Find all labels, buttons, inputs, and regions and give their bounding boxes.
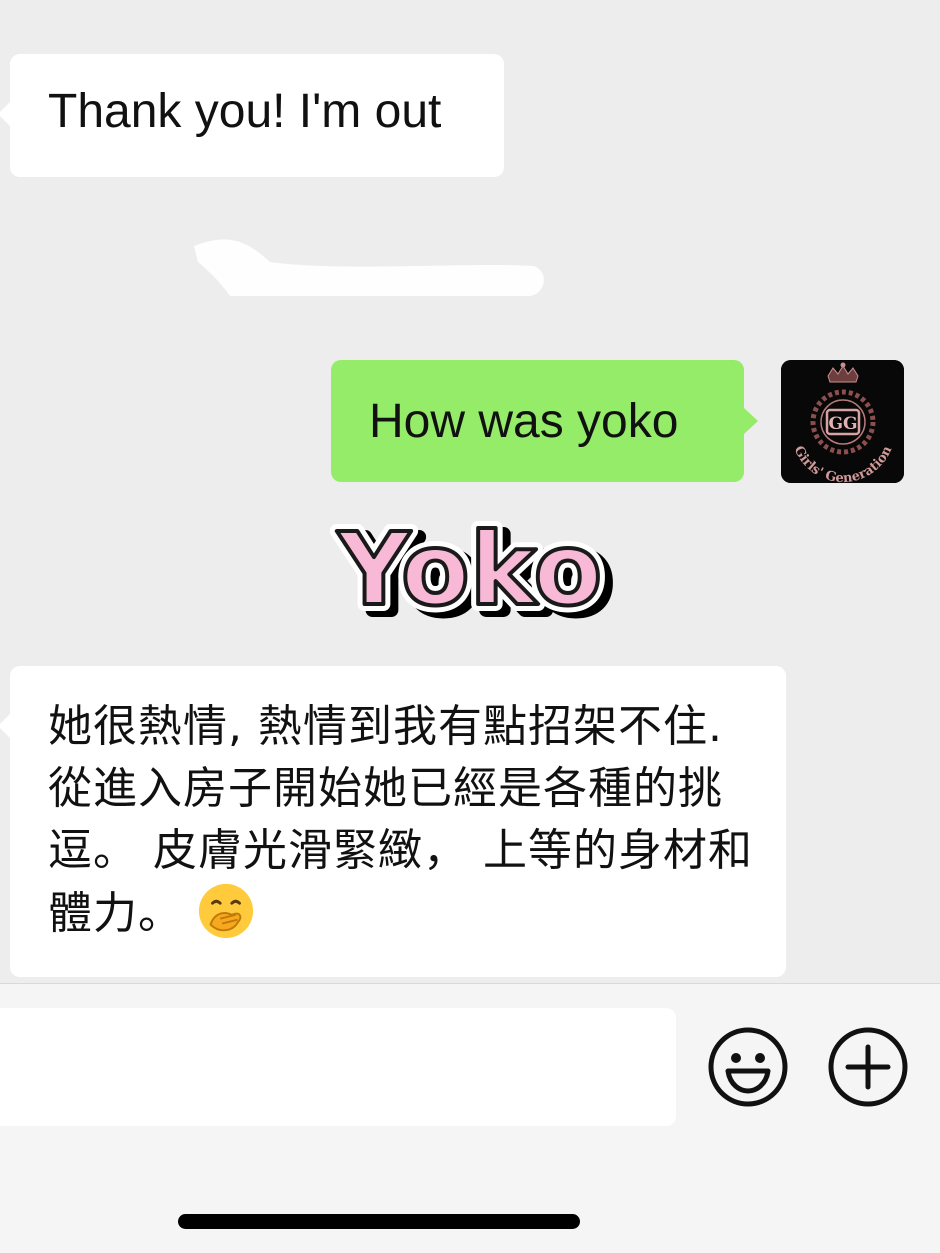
monogram-text: GG <box>828 414 857 434</box>
incoming-message-bubble[interactable]: 她很熱情, 熱情到我有點招架不住. 從進入房子開始她已經是各種的挑逗。 皮膚光滑… <box>0 666 786 977</box>
avatar[interactable]: GG Girls' Generation <box>781 360 904 483</box>
emoji-button[interactable] <box>708 1027 788 1107</box>
hand-over-mouth-emoji <box>198 883 254 939</box>
home-indicator <box>178 1214 580 1229</box>
smiley-face-icon <box>708 1027 788 1107</box>
message-text: Thank you! I'm out <box>48 85 442 138</box>
redacted-sticker <box>194 239 544 296</box>
girls-generation-logo: GG Girls' Generation <box>781 360 904 483</box>
plus-circle-icon <box>828 1027 908 1107</box>
incoming-message-bubble[interactable]: Thank you! I'm out <box>0 54 504 177</box>
outgoing-message-bubble[interactable]: How was yoko <box>331 360 758 482</box>
more-options-button[interactable] <box>828 1027 908 1107</box>
message-text: How was yoko <box>369 395 679 448</box>
message-input[interactable] <box>0 1008 676 1126</box>
message-text: 她很熱情, 熱情到我有點招架不住. 從進入房子開始她已經是各種的挑逗。 皮膚光滑… <box>48 701 753 939</box>
yoko-sticker: Yoko Yoko Yoko <box>330 504 617 630</box>
sticker-text: Yoko <box>337 511 602 628</box>
